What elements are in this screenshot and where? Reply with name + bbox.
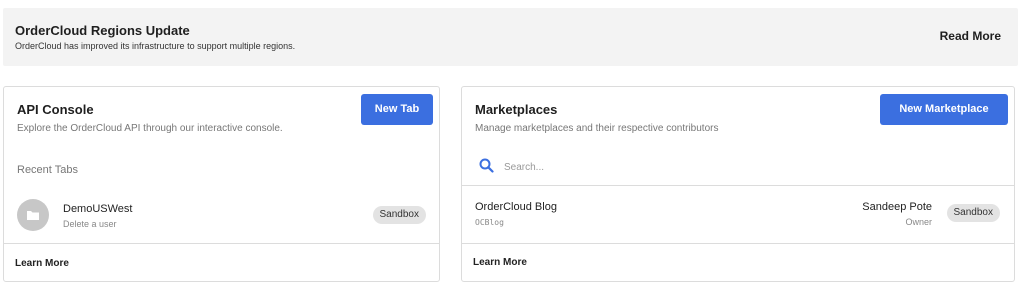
- recent-tab-description: Delete a user: [63, 219, 117, 229]
- sandbox-badge: Sandbox: [372, 206, 426, 224]
- marketplace-owner-name: Sandeep Pote: [862, 201, 932, 213]
- recent-tab-item[interactable]: DemoUSWest Delete a user Sandbox: [4, 195, 439, 240]
- regions-update-banner: OrderCloud Regions Update OrderCloud has…: [3, 8, 1018, 66]
- marketplaces-title: Marketplaces: [475, 102, 558, 117]
- sandbox-badge: Sandbox: [946, 204, 1000, 222]
- banner-description: OrderCloud has improved its infrastructu…: [15, 41, 296, 51]
- api-console-title: API Console: [17, 102, 94, 117]
- divider: [4, 243, 439, 244]
- marketplace-id: OCBlog: [475, 218, 504, 227]
- marketplace-name: OrderCloud Blog: [475, 201, 557, 213]
- recent-tabs-label: Recent Tabs: [17, 164, 78, 176]
- api-console-subtitle: Explore the OrderCloud API through our i…: [17, 123, 283, 134]
- divider: [462, 243, 1014, 244]
- search-icon: [479, 158, 494, 173]
- marketplaces-card: Marketplaces Manage marketplaces and the…: [461, 86, 1015, 282]
- recent-tab-name: DemoUSWest: [63, 203, 133, 215]
- new-marketplace-button[interactable]: New Marketplace: [880, 94, 1008, 125]
- new-tab-button[interactable]: New Tab: [361, 94, 433, 125]
- folder-icon: [17, 199, 49, 231]
- learn-more-link[interactable]: Learn More: [473, 257, 527, 268]
- read-more-link[interactable]: Read More: [940, 29, 1001, 43]
- marketplaces-subtitle: Manage marketplaces and their respective…: [475, 123, 719, 134]
- marketplace-search-input[interactable]: [504, 159, 764, 175]
- banner-title: OrderCloud Regions Update: [15, 23, 190, 38]
- learn-more-link[interactable]: Learn More: [15, 258, 69, 269]
- marketplace-item[interactable]: OrderCloud Blog OCBlog Sandeep Pote Owne…: [462, 186, 1014, 243]
- api-console-card: API Console Explore the OrderCloud API t…: [3, 86, 440, 282]
- marketplace-owner-role: Owner: [905, 217, 932, 227]
